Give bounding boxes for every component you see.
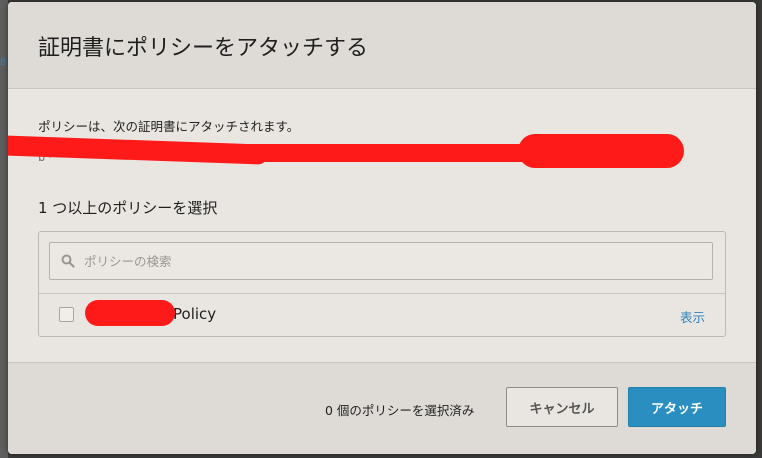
policy-row[interactable]: Policy 表示 — [39, 294, 725, 336]
background-link-fragment: B — [0, 58, 7, 68]
policy-checkbox[interactable] — [59, 307, 74, 322]
attach-policy-dialog: 証明書にポリシーをアタッチする ポリシーは、次の証明書にアタッチされます。 b·… — [8, 2, 756, 454]
attach-button[interactable]: アタッチ — [628, 387, 726, 427]
policy-name-suffix: Policy — [173, 305, 217, 323]
backdrop-left-strip — [0, 0, 8, 458]
redaction-mark — [238, 144, 558, 162]
dialog-footer: 0 個のポリシーを選択済み キャンセル アタッチ — [8, 362, 756, 454]
attach-intro-text: ポリシーは、次の証明書にアタッチされます。 — [38, 119, 300, 134]
redaction-mark — [85, 300, 175, 326]
selected-count-text: 0 個のポリシーを選択済み — [325, 403, 475, 418]
select-policy-label: 1 つ以上のポリシーを選択 — [38, 199, 218, 217]
policy-search-input[interactable] — [49, 242, 713, 280]
view-policy-link[interactable]: 表示 — [680, 307, 705, 326]
dialog-title: 証明書にポリシーをアタッチする — [38, 36, 369, 61]
search-icon — [61, 254, 75, 268]
search-area — [39, 232, 725, 294]
policy-selector: Policy 表示 — [38, 231, 726, 337]
cancel-button[interactable]: キャンセル — [506, 387, 618, 427]
dialog-header: 証明書にポリシーをアタッチする — [8, 2, 756, 89]
redaction-mark — [518, 134, 684, 168]
